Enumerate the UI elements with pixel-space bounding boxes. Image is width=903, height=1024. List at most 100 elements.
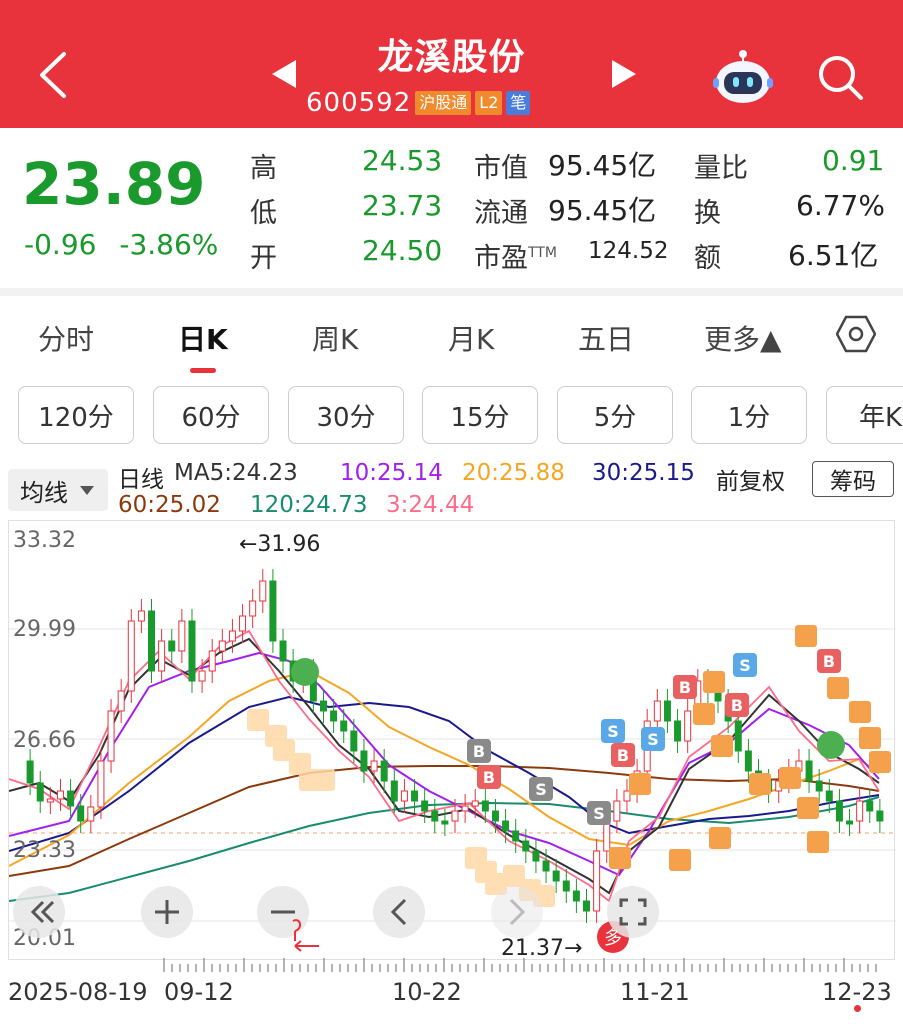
top-bar: 龙溪股份 600592 沪股通 L2 笔 bbox=[0, 0, 903, 128]
candle-body bbox=[249, 600, 257, 617]
signal-text-s: S bbox=[647, 730, 659, 749]
tab-timeshare[interactable]: 分时 bbox=[38, 318, 94, 358]
scroll-right-button[interactable] bbox=[491, 886, 543, 938]
ma-selector-button[interactable]: 均线 bbox=[8, 469, 108, 511]
candle-body bbox=[340, 720, 348, 732]
stock-code-row: 600592 沪股通 L2 笔 bbox=[306, 88, 531, 118]
active-tab-indicator bbox=[190, 368, 216, 373]
candle-body bbox=[370, 760, 378, 772]
tab-more[interactable]: 更多▲ bbox=[704, 318, 782, 358]
candle-body bbox=[593, 850, 601, 912]
candle-body bbox=[866, 800, 874, 812]
candle-body bbox=[46, 798, 54, 803]
fast-backward-button[interactable] bbox=[13, 886, 65, 938]
last-price: 23.89 bbox=[22, 150, 206, 218]
signal-text-s: S bbox=[535, 780, 547, 799]
next-stock-icon[interactable] bbox=[612, 60, 636, 88]
candle-body bbox=[674, 720, 682, 742]
tag-l2[interactable]: L2 bbox=[475, 91, 503, 115]
candle-body bbox=[390, 780, 398, 802]
prev-stock-icon[interactable] bbox=[272, 60, 296, 88]
legend-ma5: MA5:24.23 bbox=[174, 460, 298, 486]
label-pe: 市盈TTM bbox=[474, 243, 557, 274]
candle-body bbox=[269, 580, 277, 642]
label-turnover: 换 bbox=[694, 198, 721, 229]
candle-body bbox=[350, 730, 358, 752]
value-vol-ratio: 0.91 bbox=[822, 144, 885, 177]
signal-text-b: B bbox=[731, 696, 743, 715]
period-120min[interactable]: 120分 bbox=[18, 386, 134, 444]
tab-five-day[interactable]: 五日 bbox=[578, 318, 634, 358]
candle-body bbox=[36, 782, 44, 802]
value-amount: 6.51亿 bbox=[788, 239, 879, 272]
divider bbox=[0, 288, 903, 296]
signal-text-b: B bbox=[617, 746, 629, 765]
candle-body bbox=[158, 640, 166, 672]
candle-body bbox=[148, 610, 156, 672]
period-30min[interactable]: 30分 bbox=[288, 386, 404, 444]
change-value: -0.96 bbox=[24, 228, 97, 261]
tab-monthly-k[interactable]: 月K bbox=[448, 318, 494, 358]
legend-ma20: 20:25.88 bbox=[462, 460, 565, 486]
legend-ma3: 3:24.44 bbox=[386, 492, 475, 518]
fullscreen-button[interactable] bbox=[607, 886, 659, 938]
candle-body bbox=[734, 720, 742, 752]
legend-ma120: 120:24.73 bbox=[250, 492, 368, 518]
signal-text-b: B bbox=[823, 652, 835, 671]
candle-body bbox=[259, 580, 267, 602]
candle-body bbox=[552, 870, 560, 882]
y-tick-label: 29.99 bbox=[13, 617, 76, 642]
candle-body bbox=[461, 805, 469, 812]
candle-body bbox=[805, 760, 813, 782]
chip-distribution-button[interactable]: 筹码 bbox=[812, 461, 894, 497]
legend-kline: 日线 bbox=[118, 467, 164, 493]
settings-hexagon-icon[interactable] bbox=[836, 314, 876, 354]
label-low: 低 bbox=[250, 198, 277, 229]
candle-body bbox=[208, 650, 216, 672]
value-high: 24.53 bbox=[362, 144, 443, 177]
candle-body bbox=[663, 700, 671, 722]
candle-body bbox=[572, 890, 580, 902]
signal-badge-green bbox=[291, 658, 319, 686]
kline-svg[interactable]: B B S S B S B B S B S 33.32 29.99 26.66 … bbox=[8, 521, 896, 961]
chart-tabs: 分时 日K 周K 月K 五日 更多▲ bbox=[0, 300, 903, 370]
adjust-mode[interactable]: 前复权 bbox=[716, 462, 785, 496]
candle-body bbox=[431, 810, 439, 822]
period-yearly-k[interactable]: 年K bbox=[826, 386, 903, 444]
ma120-line bbox=[8, 796, 880, 902]
signal-text-s: S bbox=[593, 804, 605, 823]
signal-text-s: S bbox=[739, 656, 751, 675]
candle-body bbox=[178, 620, 186, 652]
candle-body bbox=[532, 850, 540, 862]
tab-daily-k[interactable]: 日K bbox=[178, 318, 228, 358]
candle-body bbox=[562, 880, 570, 892]
stock-code: 600592 bbox=[306, 88, 412, 118]
date-label: 12-23 bbox=[822, 978, 892, 1006]
period-60min[interactable]: 60分 bbox=[153, 386, 269, 444]
candle-body bbox=[835, 800, 843, 822]
kline-chart[interactable]: B B S S B S B B S B S 33.32 29.99 26.66 … bbox=[8, 520, 896, 961]
tab-weekly-k[interactable]: 周K bbox=[312, 318, 358, 358]
candle-body bbox=[825, 790, 833, 802]
period-5min[interactable]: 5分 bbox=[557, 386, 673, 444]
signal-badges: B B S S B S B B S B S bbox=[247, 625, 891, 907]
scroll-left-button[interactable] bbox=[373, 886, 425, 938]
legend-ma30: 30:25.15 bbox=[592, 460, 695, 486]
candle-body bbox=[360, 750, 368, 772]
dropdown-icon bbox=[80, 485, 94, 495]
candle-body bbox=[653, 700, 661, 722]
y-tick-label: 23.33 bbox=[13, 838, 76, 863]
period-15min[interactable]: 15分 bbox=[422, 386, 538, 444]
value-float: 95.45亿 bbox=[548, 194, 657, 227]
period-1min[interactable]: 1分 bbox=[691, 386, 807, 444]
price-change: -0.96 -3.86% bbox=[24, 228, 218, 261]
value-turnover: 6.77% bbox=[796, 189, 885, 222]
candle-body bbox=[279, 640, 287, 662]
date-label: 11-21 bbox=[620, 978, 690, 1006]
candle-body bbox=[491, 810, 499, 822]
candle-body bbox=[441, 820, 449, 825]
candle-body bbox=[856, 800, 864, 822]
tag-bi[interactable]: 笔 bbox=[506, 91, 531, 115]
search-icon[interactable] bbox=[815, 52, 865, 102]
robot-assistant-icon[interactable] bbox=[712, 48, 774, 106]
